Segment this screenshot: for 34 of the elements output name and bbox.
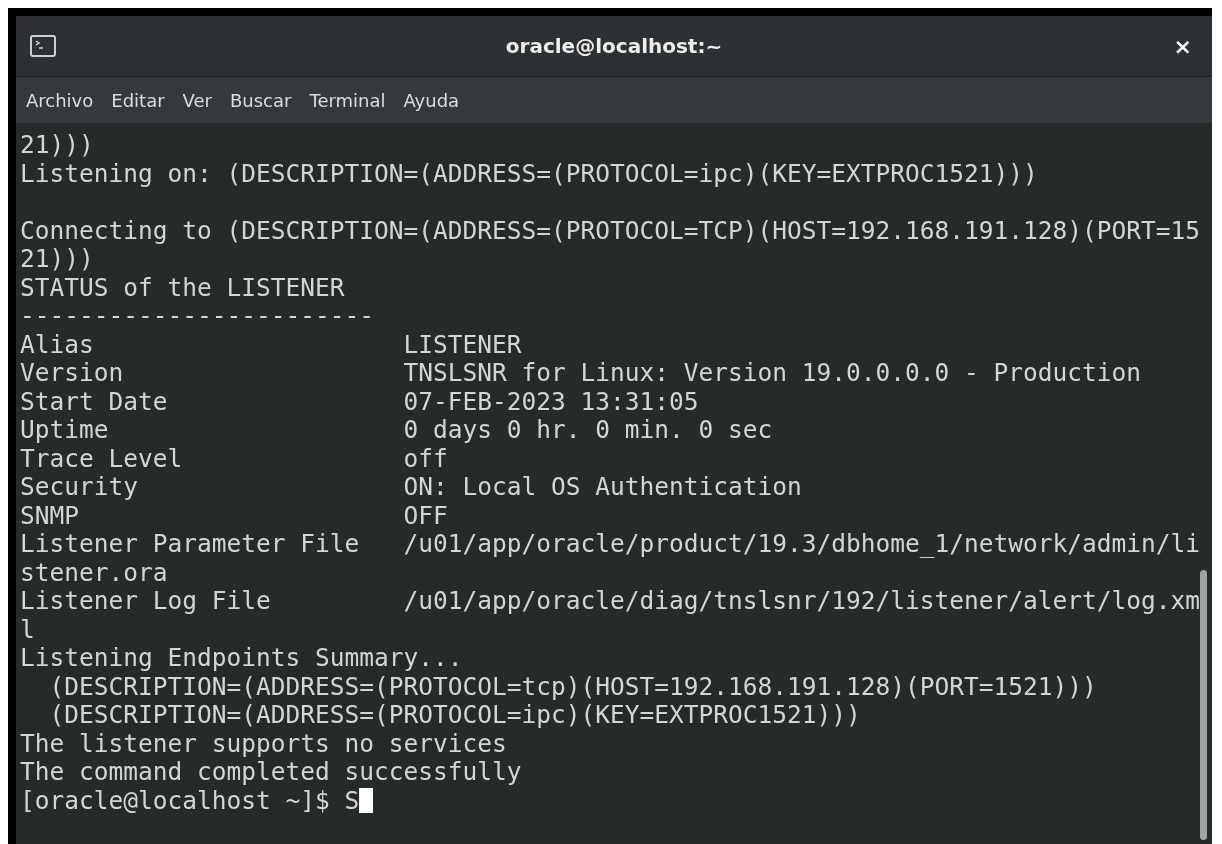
terminal-line: Trace Level off [20,444,449,473]
terminal-line: Security ON: Local OS Authentication [20,473,803,502]
terminal-line: Alias LISTENER [20,330,523,359]
prompt-line: [oracle@localhost ~]$ S [20,786,360,815]
terminal-line: ------------------------ [20,302,375,331]
close-button[interactable]: × [1169,33,1196,59]
scrollbar-thumb[interactable] [1200,570,1208,840]
terminal-line: Start Date 07-FEB-2023 13:31:05 [20,387,700,416]
terminal-icon [30,35,56,57]
terminal-line: l [20,615,36,644]
terminal-line: Uptime 0 days 0 hr. 0 min. 0 sec [20,416,774,445]
terminal-line: Listening Endpoints Summary... [20,644,464,673]
menu-item[interactable]: Archivo [20,85,100,115]
terminal-line: Version TNSLSNR for Linux: Version 19.0.0.0.0 - Production [20,359,1143,388]
menu-item[interactable]: Ver [176,85,218,115]
text-cursor [359,788,374,814]
terminal-line: 21))) [20,245,95,274]
terminal-line: SNMP OFF [20,501,449,530]
terminal-line: stener.ora [20,558,169,587]
terminal-line: STATUS of the LISTENER [20,273,346,302]
menu-item[interactable]: Editar [105,85,171,115]
terminal-line: 21))) [20,131,95,160]
terminal-line: Listening on: (DESCRIPTION=(ADDRESS=(PROTOCOL=ipc)(KEY=EXTPROC1521))) [20,159,1039,188]
menu-item[interactable]: Buscar [224,85,298,115]
terminal-line: (DESCRIPTION=(ADDRESS=(PROTOCOL=tcp)(HOST=192.168.191.128)(PORT=1521))) [48,672,1098,701]
menu-item[interactable]: Ayuda [397,85,466,115]
terminal-line: The command completed successfully [20,758,523,787]
window-title: oracle@localhost:~ [505,34,723,58]
terminal-line: Listener Parameter File /u01/app/oracle/product/19.3/dbhome_1/network/admin/li [20,530,1201,559]
terminal-line: Connecting to (DESCRIPTION=(ADDRESS=(PROTOCOL=TCP)(HOST=192.168.191.128)(PORT=15 [20,216,1201,245]
terminal-line: The listener supports no services [20,729,508,758]
terminal-line: Listener Log File /u01/app/oracle/diag/tnslsnr/192/listener/alert/log.xm [20,587,1201,616]
menu-item[interactable]: Terminal [303,85,392,115]
terminal-line: (DESCRIPTION=(ADDRESS=(PROTOCOL=ipc)(KEY=EXTPROC1521))) [48,701,862,730]
